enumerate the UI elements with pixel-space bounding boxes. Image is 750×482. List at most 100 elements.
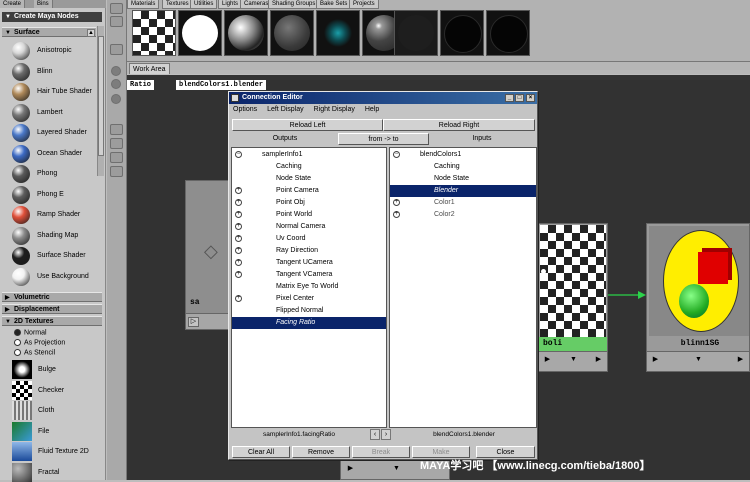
- scroll-left-icon[interactable]: ‹: [370, 429, 380, 440]
- output-arrow-icon[interactable]: ▶: [593, 356, 604, 366]
- material-swatch-lambert[interactable]: [178, 10, 222, 56]
- attribute-row[interactable]: + Tangent UCamera: [232, 257, 386, 269]
- expand-arrow-icon[interactable]: ▼: [391, 465, 402, 475]
- rearrange-graph-icon[interactable]: [110, 166, 123, 177]
- reload-left-button[interactable]: Reload Left: [232, 119, 383, 131]
- blinn-sg-node[interactable]: blinn1SG ▶ ▼ ▶: [646, 223, 750, 372]
- list-view-icon[interactable]: [110, 44, 123, 55]
- attribute-row[interactable]: Blender: [390, 185, 536, 197]
- volumetric-section-header[interactable]: ▶ Volumetric: [2, 292, 102, 302]
- attribute-row[interactable]: Caching: [232, 161, 386, 173]
- section-toggle-icon[interactable]: ▲: [87, 29, 95, 37]
- outputs-list[interactable]: − samplerInfo1 Caching Node State + Point Cam…: [231, 147, 387, 428]
- collapse-icon[interactable]: −: [393, 151, 400, 158]
- texture-item[interactable]: File: [12, 421, 100, 441]
- checker-node[interactable]: boli ▶ ▼ ▶: [538, 223, 608, 372]
- graph-icon[interactable]: [110, 3, 123, 14]
- texture-item[interactable]: Fluid Texture 2D: [12, 441, 100, 461]
- tab-bins[interactable]: Bins: [34, 0, 53, 8]
- reload-right-button[interactable]: Reload Right: [383, 119, 535, 131]
- tab-work-area[interactable]: Work Area: [129, 63, 170, 74]
- attribute-row[interactable]: + Tangent VCamera: [232, 269, 386, 281]
- texture-item[interactable]: Fractal: [12, 462, 100, 482]
- tab-projects[interactable]: Projects: [349, 0, 379, 9]
- expand-icon[interactable]: +: [393, 199, 400, 206]
- scrollbar-thumb[interactable]: [98, 36, 104, 156]
- input-connections-icon[interactable]: [110, 124, 123, 135]
- expand-arrow-icon[interactable]: ▼: [693, 356, 704, 366]
- tab-shading-groups[interactable]: Shading Groups: [268, 0, 320, 9]
- radio-as-stencil[interactable]: As Stencil: [14, 349, 55, 356]
- tab-create[interactable]: Create: [0, 0, 26, 8]
- texture-item[interactable]: Cloth: [12, 400, 100, 420]
- menu-left-display[interactable]: Left Display: [267, 106, 304, 113]
- expand-icon[interactable]: +: [235, 271, 242, 278]
- texture-item[interactable]: Bulge: [12, 359, 100, 379]
- menu-help[interactable]: Help: [365, 106, 379, 113]
- expand-icon[interactable]: +: [235, 259, 242, 266]
- attribute-row[interactable]: Caching: [390, 161, 536, 173]
- menu-options[interactable]: Options: [233, 106, 257, 113]
- input-arrow-icon[interactable]: ▶: [345, 465, 356, 475]
- sphere-swatch-icon[interactable]: [111, 66, 121, 76]
- expand-icon[interactable]: +: [235, 223, 242, 230]
- tab-lights[interactable]: Lights: [218, 0, 243, 9]
- shader-item[interactable]: Layered Shader: [12, 123, 96, 143]
- remove-button[interactable]: Remove: [292, 446, 350, 458]
- material-swatch-grey[interactable]: [270, 10, 314, 56]
- material-swatch-chrome[interactable]: [224, 10, 268, 56]
- attribute-row[interactable]: + Point Camera: [232, 185, 386, 197]
- tab-bake-sets[interactable]: Bake Sets: [316, 0, 352, 9]
- inputs-list[interactable]: − blendColors1 Caching Node State Blender + Co…: [389, 147, 537, 428]
- output-connections-icon[interactable]: [110, 138, 123, 149]
- attribute-row[interactable]: + Pixel Center: [232, 293, 386, 305]
- attribute-row[interactable]: Facing Ratio: [232, 317, 386, 329]
- shader-item[interactable]: Ocean Shader: [12, 144, 96, 164]
- expand-icon[interactable]: +: [235, 295, 242, 302]
- shader-item[interactable]: Ramp Shader: [12, 205, 96, 225]
- clear-all-button[interactable]: Clear All: [232, 446, 290, 458]
- close-button[interactable]: Close: [476, 446, 535, 458]
- break-button[interactable]: Break: [352, 446, 410, 458]
- material-swatch-cyan[interactable]: [316, 10, 360, 56]
- attribute-row[interactable]: + Color1: [390, 197, 536, 209]
- output-arrow-icon[interactable]: ▶: [735, 356, 746, 366]
- grid-view-icon[interactable]: [110, 16, 123, 27]
- attribute-row[interactable]: + Normal Camera: [232, 221, 386, 233]
- sphere-swatch-icon[interactable]: [111, 79, 121, 89]
- expand-arrow-icon[interactable]: ▼: [568, 356, 579, 366]
- collapse-icon[interactable]: −: [235, 151, 242, 158]
- shader-item[interactable]: Phong: [12, 164, 96, 184]
- radio-as-projection[interactable]: As Projection: [14, 339, 65, 346]
- attribute-row[interactable]: + Uv Coord: [232, 233, 386, 245]
- shader-item[interactable]: Anisotropic: [12, 41, 96, 61]
- attribute-row[interactable]: + Point Obj: [232, 197, 386, 209]
- make-button[interactable]: Make: [412, 446, 470, 458]
- attribute-row[interactable]: − samplerInfo1: [232, 149, 386, 161]
- tab-utilities[interactable]: Utilities: [190, 0, 218, 9]
- clear-graph-icon[interactable]: [110, 152, 123, 163]
- expand-icon[interactable]: +: [235, 247, 242, 254]
- attribute-row[interactable]: Matrix Eye To World: [232, 281, 386, 293]
- texture-item[interactable]: Checker: [12, 380, 100, 400]
- expand-icon[interactable]: +: [393, 211, 400, 218]
- minimize-icon[interactable]: _: [505, 94, 514, 102]
- shader-item[interactable]: Shading Map: [12, 226, 96, 246]
- direction-toggle-button[interactable]: from -> to: [338, 133, 429, 145]
- attribute-row[interactable]: + Point World: [232, 209, 386, 221]
- shader-item[interactable]: Phong E: [12, 185, 96, 205]
- radio-normal[interactable]: Normal: [14, 329, 47, 336]
- attribute-row[interactable]: + Ray Direction: [232, 245, 386, 257]
- material-swatch-checker[interactable]: [132, 10, 176, 56]
- attribute-row[interactable]: + Color2: [390, 209, 536, 221]
- expand-icon[interactable]: +: [235, 211, 242, 218]
- attribute-row[interactable]: Flipped Normal: [232, 305, 386, 317]
- shader-item[interactable]: Blinn: [12, 62, 96, 82]
- create-maya-nodes-header[interactable]: ▼ Create Maya Nodes: [2, 12, 102, 22]
- scroll-right-icon[interactable]: ›: [381, 429, 391, 440]
- play-arrow-icon[interactable]: ▷: [188, 317, 199, 327]
- attribute-row[interactable]: Node State: [232, 173, 386, 185]
- displacement-section-header[interactable]: ▶ Displacement: [2, 304, 102, 314]
- expand-icon[interactable]: +: [235, 235, 242, 242]
- expand-icon[interactable]: +: [235, 199, 242, 206]
